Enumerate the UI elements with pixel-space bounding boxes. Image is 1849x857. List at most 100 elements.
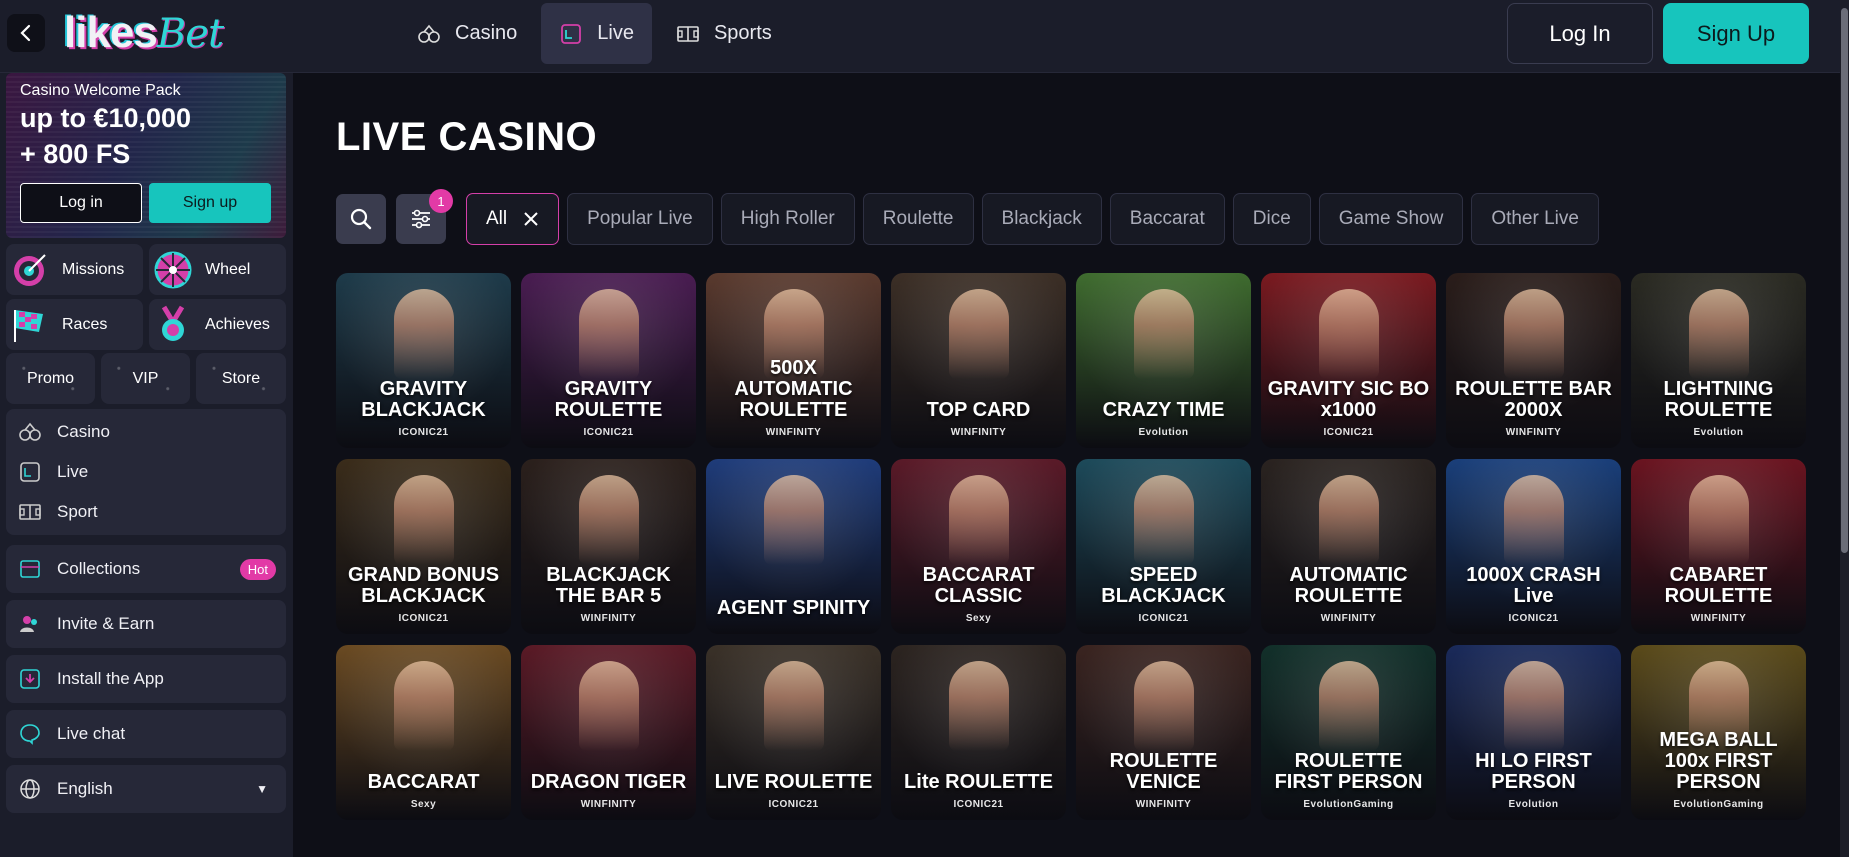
language-label: English xyxy=(57,779,113,798)
game-card[interactable]: 1000X CRASH Live ICONIC21 xyxy=(1446,459,1621,634)
language-selector[interactable]: English ▼ xyxy=(6,765,286,813)
game-card[interactable]: TOP CARD WINFINITY xyxy=(891,273,1066,448)
chat-bubble-icon xyxy=(20,724,40,745)
chip-popular-live[interactable]: Popular Live xyxy=(567,193,713,245)
game-title: LIVE ROULETTE xyxy=(714,771,873,793)
game-card[interactable]: LIVE ROULETTE ICONIC21 xyxy=(706,645,881,820)
game-card[interactable]: AGENT SPINITY xyxy=(706,459,881,634)
game-title: LIGHTNING ROULETTE xyxy=(1663,378,1774,421)
achieves-tile[interactable]: Achieves xyxy=(149,299,286,350)
game-provider: ICONIC21 xyxy=(583,427,634,438)
nav-tab-label: Live xyxy=(597,22,634,44)
game-card[interactable]: BACCARAT Sexy xyxy=(336,645,511,820)
welcome-promo-banner[interactable]: Casino Welcome Pack up to €10,000 + 800 … xyxy=(6,73,286,238)
races-label: Races xyxy=(62,315,108,333)
chip-all[interactable]: All xyxy=(466,193,560,245)
game-card[interactable]: HI LO FIRST PERSON Evolution xyxy=(1446,645,1621,820)
game-title: BLACKJACK THE BAR 5 xyxy=(546,564,671,607)
promo-login-button[interactable]: Log in xyxy=(20,183,142,223)
sidebar-item-invite[interactable]: Invite & Earn xyxy=(6,600,286,648)
chevron-left-icon xyxy=(20,24,31,42)
main-content: LIVE CASINO 1 All Popular Live High Roll… xyxy=(293,73,1840,857)
caret-down-icon: ▼ xyxy=(256,782,268,796)
wheel-tile[interactable]: Wheel xyxy=(149,244,286,295)
site-logo[interactable]: likes Bet xyxy=(64,8,224,58)
promo-tile[interactable]: Promo xyxy=(6,353,95,404)
game-title: MEGA BALL 100x FIRST PERSON xyxy=(1659,729,1778,793)
nav-tab-sports[interactable]: Sports xyxy=(658,3,790,64)
game-provider: ICONIC21 xyxy=(953,799,1004,810)
dealer-figure xyxy=(1503,289,1564,379)
filter-count-badge: 1 xyxy=(429,189,453,213)
game-title: AGENT SPINITY xyxy=(716,597,871,619)
chip-baccarat[interactable]: Baccarat xyxy=(1109,193,1225,245)
game-card[interactable]: DRAGON TIGER WINFINITY xyxy=(521,645,696,820)
scrollbar-thumb[interactable] xyxy=(1841,8,1848,553)
game-card[interactable]: CRAZY TIME Evolution xyxy=(1076,273,1251,448)
sidebar-item-collections[interactable]: Collections Hot xyxy=(6,545,286,593)
game-title: ROULETTE VENICE xyxy=(1109,750,1218,793)
signup-button[interactable]: Sign Up xyxy=(1663,3,1809,64)
race-flag-icon xyxy=(6,301,54,349)
game-card[interactable]: CABARET ROULETTE WINFINITY xyxy=(1631,459,1806,634)
sidebar-item-live-chat[interactable]: Live chat xyxy=(6,710,286,758)
missions-label: Missions xyxy=(62,260,125,278)
game-card[interactable]: LIGHTNING ROULETTE Evolution xyxy=(1631,273,1806,448)
dealer-figure xyxy=(393,289,454,379)
game-card[interactable]: GRAND BONUS BLACKJACK ICONIC21 xyxy=(336,459,511,634)
game-card[interactable]: BACCARAT CLASSIC Sexy xyxy=(891,459,1066,634)
sidebar-item-live[interactable]: Live xyxy=(6,452,286,492)
nav-tab-live[interactable]: Live xyxy=(541,3,652,64)
game-card[interactable]: AUTOMATIC ROULETTE WINFINITY xyxy=(1261,459,1436,634)
chat-row: Live chat xyxy=(6,714,125,754)
dealer-figure xyxy=(1688,475,1749,565)
sidebar-item-casino[interactable]: Casino xyxy=(6,412,286,452)
game-card[interactable]: GRAVITY BLACKJACK ICONIC21 xyxy=(336,273,511,448)
dealer-figure xyxy=(578,475,639,565)
game-card[interactable]: ROULETTE FIRST PERSON EvolutionGaming xyxy=(1261,645,1436,820)
game-card[interactable]: Lite ROULETTE ICONIC21 xyxy=(891,645,1066,820)
game-title: ROULETTE BAR 2000X xyxy=(1455,378,1612,421)
live-icon xyxy=(561,23,582,44)
game-provider: ICONIC21 xyxy=(398,613,449,624)
game-card[interactable]: GRAVITY ROULETTE ICONIC21 xyxy=(521,273,696,448)
live-icon xyxy=(20,462,40,482)
search-button[interactable] xyxy=(336,194,386,244)
races-tile[interactable]: Races xyxy=(6,299,143,350)
chip-game-show[interactable]: Game Show xyxy=(1318,193,1464,245)
promo-signup-button[interactable]: Sign up xyxy=(149,183,271,223)
close-icon[interactable] xyxy=(523,211,539,227)
collections-label: Collections xyxy=(57,559,141,578)
sidebar-item-install-app[interactable]: Install the App xyxy=(6,655,286,703)
game-card[interactable]: BLACKJACK THE BAR 5 WINFINITY xyxy=(521,459,696,634)
store-tile[interactable]: Store xyxy=(196,353,286,404)
vip-tile[interactable]: VIP xyxy=(101,353,190,404)
missions-tile[interactable]: Missions xyxy=(6,244,143,295)
chip-roulette[interactable]: Roulette xyxy=(862,193,974,245)
game-card[interactable]: GRAVITY SIC BO x1000 ICONIC21 xyxy=(1261,273,1436,448)
game-card[interactable]: ROULETTE VENICE WINFINITY xyxy=(1076,645,1251,820)
chip-dice[interactable]: Dice xyxy=(1232,193,1311,245)
chip-blackjack[interactable]: Blackjack xyxy=(981,193,1102,245)
game-title: 1000X CRASH Live xyxy=(1466,564,1601,607)
casino-icon xyxy=(418,24,440,43)
game-grid: GRAVITY BLACKJACK ICONIC21 GRAVITY ROULETT… xyxy=(336,273,1806,820)
game-title: ROULETTE FIRST PERSON xyxy=(1274,750,1423,793)
nav-tab-casino[interactable]: Casino xyxy=(399,3,535,64)
game-provider: WINFINITY xyxy=(1320,613,1377,624)
game-card[interactable]: ROULETTE BAR 2000X WINFINITY xyxy=(1446,273,1621,448)
back-button[interactable] xyxy=(7,14,45,52)
login-button[interactable]: Log In xyxy=(1507,3,1653,64)
game-card[interactable]: SPEED BLACKJACK ICONIC21 xyxy=(1076,459,1251,634)
chip-high-roller[interactable]: High Roller xyxy=(720,193,855,245)
game-card[interactable]: 500X AUTOMATIC ROULETTE WINFINITY xyxy=(706,273,881,448)
logo-text-b: Bet xyxy=(156,11,224,57)
download-icon xyxy=(20,669,40,689)
game-card[interactable]: MEGA BALL 100x FIRST PERSON EvolutionGami… xyxy=(1631,645,1806,820)
sidebar-item-sport[interactable]: Sport xyxy=(6,492,286,532)
chip-other-live[interactable]: Other Live xyxy=(1471,193,1599,245)
page-scrollbar[interactable] xyxy=(1840,0,1849,857)
dealer-figure xyxy=(948,475,1009,565)
game-provider: WINFINITY xyxy=(950,427,1007,438)
logo-text-a: likes xyxy=(64,8,158,57)
